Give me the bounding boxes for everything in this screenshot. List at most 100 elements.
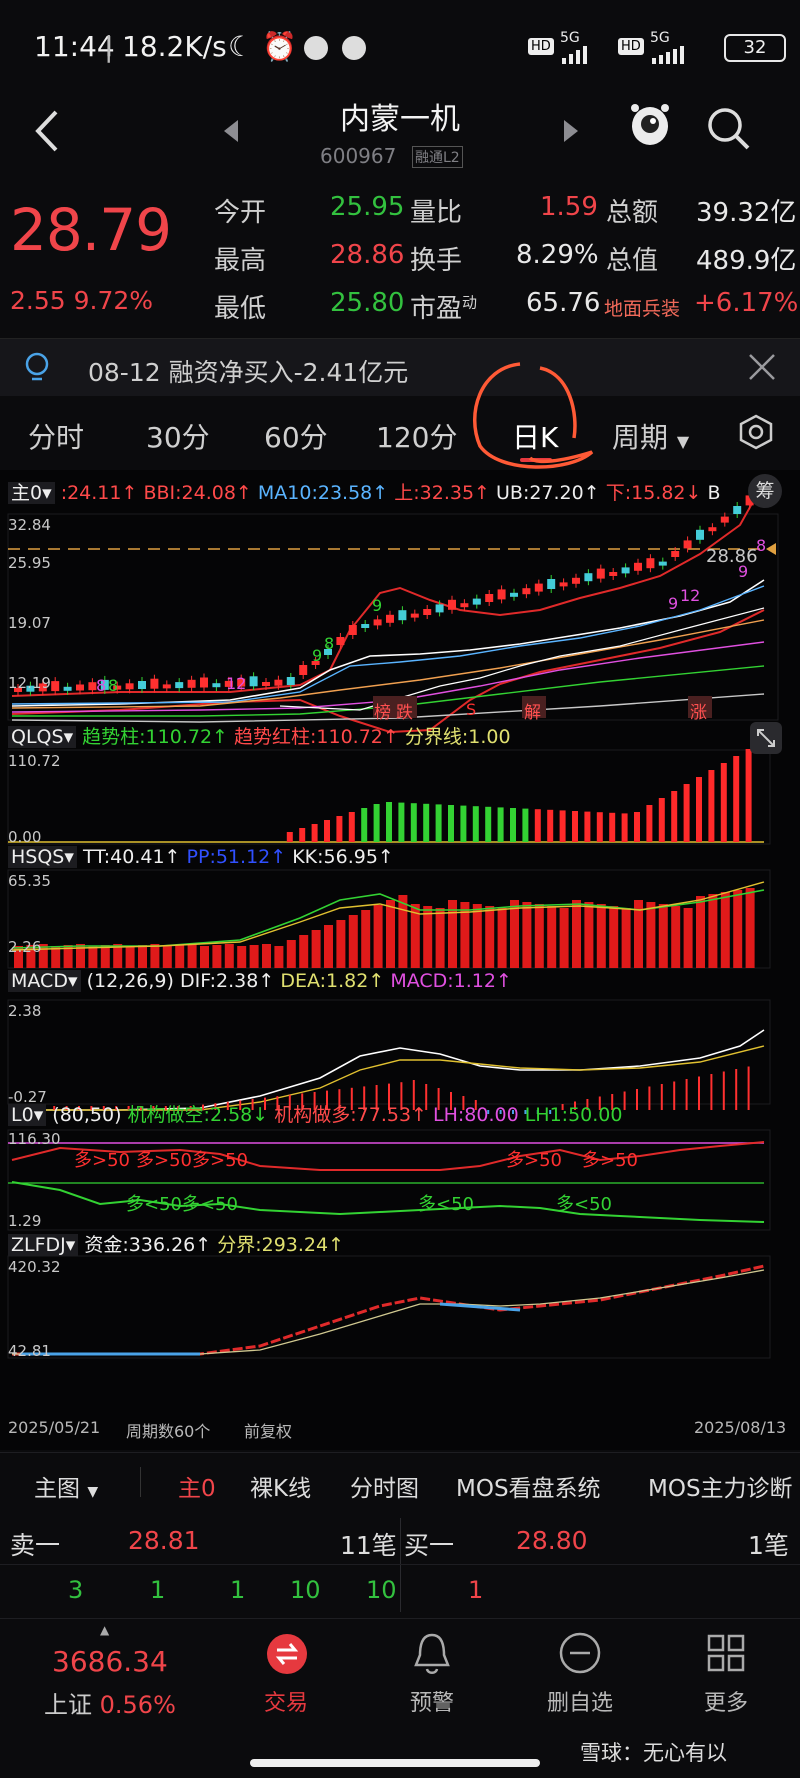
subbar-main0[interactable]: 主0 (178, 1469, 216, 1503)
l0-panel (7, 1129, 771, 1231)
candle-body (348, 625, 357, 635)
hsqs-bar (696, 896, 705, 968)
tab-30min[interactable]: 30分 (146, 416, 210, 456)
expand-icon[interactable] (750, 722, 782, 754)
tab-period[interactable]: 周期 ▼ (612, 416, 689, 456)
index-value[interactable]: 3686.34 (52, 1645, 168, 1678)
chip-button[interactable]: 筹 (748, 474, 782, 508)
qlqs-bar (534, 809, 541, 842)
hsqs-bar (572, 900, 581, 968)
subbar-timeline[interactable]: 分时图 (350, 1469, 419, 1503)
candle-body (584, 573, 593, 582)
adjust-mode[interactable]: 前复权 (244, 1418, 292, 1442)
chart-area[interactable]: 主0▾ :24.11↑ BBI:24.08↑ MA10:23.58↑ 上:32.… (0, 470, 800, 1450)
status-bar: 11:44 | 18.2K/s ☾ ⏰ HD 5G HD 5G 32 (0, 0, 800, 92)
qlqs-bar (634, 812, 640, 842)
stock-tags: 融通L2 (412, 146, 463, 168)
hsqs-bar (547, 906, 557, 968)
candle-body (572, 577, 580, 584)
hsqs-bar (423, 906, 433, 968)
sector-name[interactable]: 地面兵装 (604, 294, 680, 321)
hsqs-bar (534, 904, 544, 968)
bottom-nav: ▲ 3686.34 上证 0.56% 交易 预警 删自选 更多 雪球：无心有以 (0, 1618, 800, 1778)
order-book: 卖一 28.81 11笔 买一 28.80 1笔 3 1 1 10 10 1 (0, 1514, 800, 1616)
qlqs-selector[interactable]: QLQS▾ (8, 726, 77, 748)
hsqs-bar (398, 895, 408, 968)
hsqs-bar (324, 925, 333, 968)
qlqs-bar (460, 805, 467, 842)
bell-icon[interactable] (412, 1631, 452, 1677)
macd-selector[interactable]: MACD▾ (8, 970, 81, 992)
trade-icon[interactable] (264, 1631, 310, 1677)
nav-trade[interactable]: 交易 (226, 1685, 346, 1717)
candle-body (634, 562, 642, 571)
zlfdj-selector[interactable]: ZLFDJ▾ (8, 1234, 79, 1256)
candle-body (175, 682, 184, 689)
bid-price: 28.80 (516, 1526, 588, 1555)
last-price: 28.79 (10, 196, 172, 264)
candle-body (299, 665, 308, 675)
hsqs-bar (584, 902, 594, 968)
qlqs-bar (398, 802, 405, 842)
candle-body (547, 579, 556, 589)
grid-more-icon[interactable] (706, 1633, 746, 1673)
candle-body (249, 676, 258, 687)
hsqs-indicator-row: HSQS▾ TT:40.41↑ PP:51.12↑ KK:56.95↑ (8, 846, 394, 868)
clock: 11:44 (34, 30, 115, 63)
hd-badge: HD (528, 38, 554, 55)
nav-remove-watchlist[interactable]: 删自选 (520, 1685, 640, 1717)
next-stock-icon[interactable] (560, 116, 580, 146)
hsqs-bar (286, 940, 296, 968)
index-info[interactable]: 上证 0.56% (44, 1685, 176, 1720)
period-tabs: 分时 30分 60分 120分 日K 周期 ▼ (0, 362, 800, 470)
subbar-mos-system[interactable]: MOS看盘系统 (456, 1469, 601, 1503)
candle-body (646, 558, 655, 569)
main-chart-dropdown[interactable]: 主图 ▼ (34, 1469, 98, 1503)
qlqs-bar (348, 812, 355, 842)
qlqs-bar (646, 805, 653, 842)
quote-panel: 28.79 2.55 9.72% 今开 25.95 量比 1.59 总额 39.… (0, 178, 800, 338)
subbar-mos-diagnosis[interactable]: MOS主力诊断 (648, 1469, 800, 1503)
tab-60min[interactable]: 60分 (264, 416, 328, 456)
qlqs-bar (696, 777, 702, 842)
subbar-naked-k[interactable]: 裸K线 (250, 1469, 311, 1503)
qlqs-bar (324, 820, 330, 842)
qlqs-panel (7, 749, 771, 845)
search-icon[interactable] (706, 106, 752, 152)
hsqs-bar (609, 906, 619, 968)
chart-subbar: 主图 ▼ 主0 裸K线 分时图 MOS看盘系统 MOS主力诊断 (0, 1452, 800, 1514)
hsqs-bar (162, 946, 172, 968)
main-selector[interactable]: 主0▾ (8, 482, 55, 504)
close-icon[interactable] (748, 353, 776, 381)
tab-intraday[interactable]: 分时 (28, 416, 84, 456)
hsqs-bar (435, 908, 445, 968)
hsqs-bar (336, 920, 346, 968)
nav-more[interactable]: 更多 (666, 1685, 786, 1717)
candle-body (212, 683, 221, 688)
home-indicator[interactable] (250, 1759, 540, 1767)
candle-body (472, 598, 481, 605)
qlqs-bar (286, 832, 293, 842)
hsqs-bar (187, 944, 197, 968)
remove-watchlist-icon[interactable] (558, 1631, 602, 1675)
hsqs-bar (274, 946, 284, 968)
qlqs-bar (485, 806, 492, 842)
hsqs-selector[interactable]: HSQS▾ (8, 846, 77, 868)
sector-change: +6.17% (694, 288, 799, 318)
mascot-icon[interactable] (628, 102, 672, 152)
period-count: 周期数60个 (126, 1422, 211, 1441)
settings-hex-icon[interactable] (738, 414, 774, 450)
qlqs-bar (572, 811, 578, 842)
qlqs-bar (373, 804, 380, 842)
signal-icon (562, 46, 590, 64)
last-price-label: 28.86 (706, 546, 758, 567)
candle-body (683, 540, 692, 549)
nav-alert[interactable]: 预警 (372, 1685, 492, 1717)
notice-bar[interactable]: 08-12 融资净买入-2.41亿元 (0, 338, 800, 396)
main-kline-panel (7, 481, 779, 734)
l0-selector[interactable]: L0▾ (8, 1104, 47, 1126)
tab-120min[interactable]: 120分 (376, 416, 457, 456)
price-change: 2.55 9.72% (10, 286, 154, 315)
candle-body (497, 589, 506, 600)
hsqs-bar (559, 908, 569, 968)
